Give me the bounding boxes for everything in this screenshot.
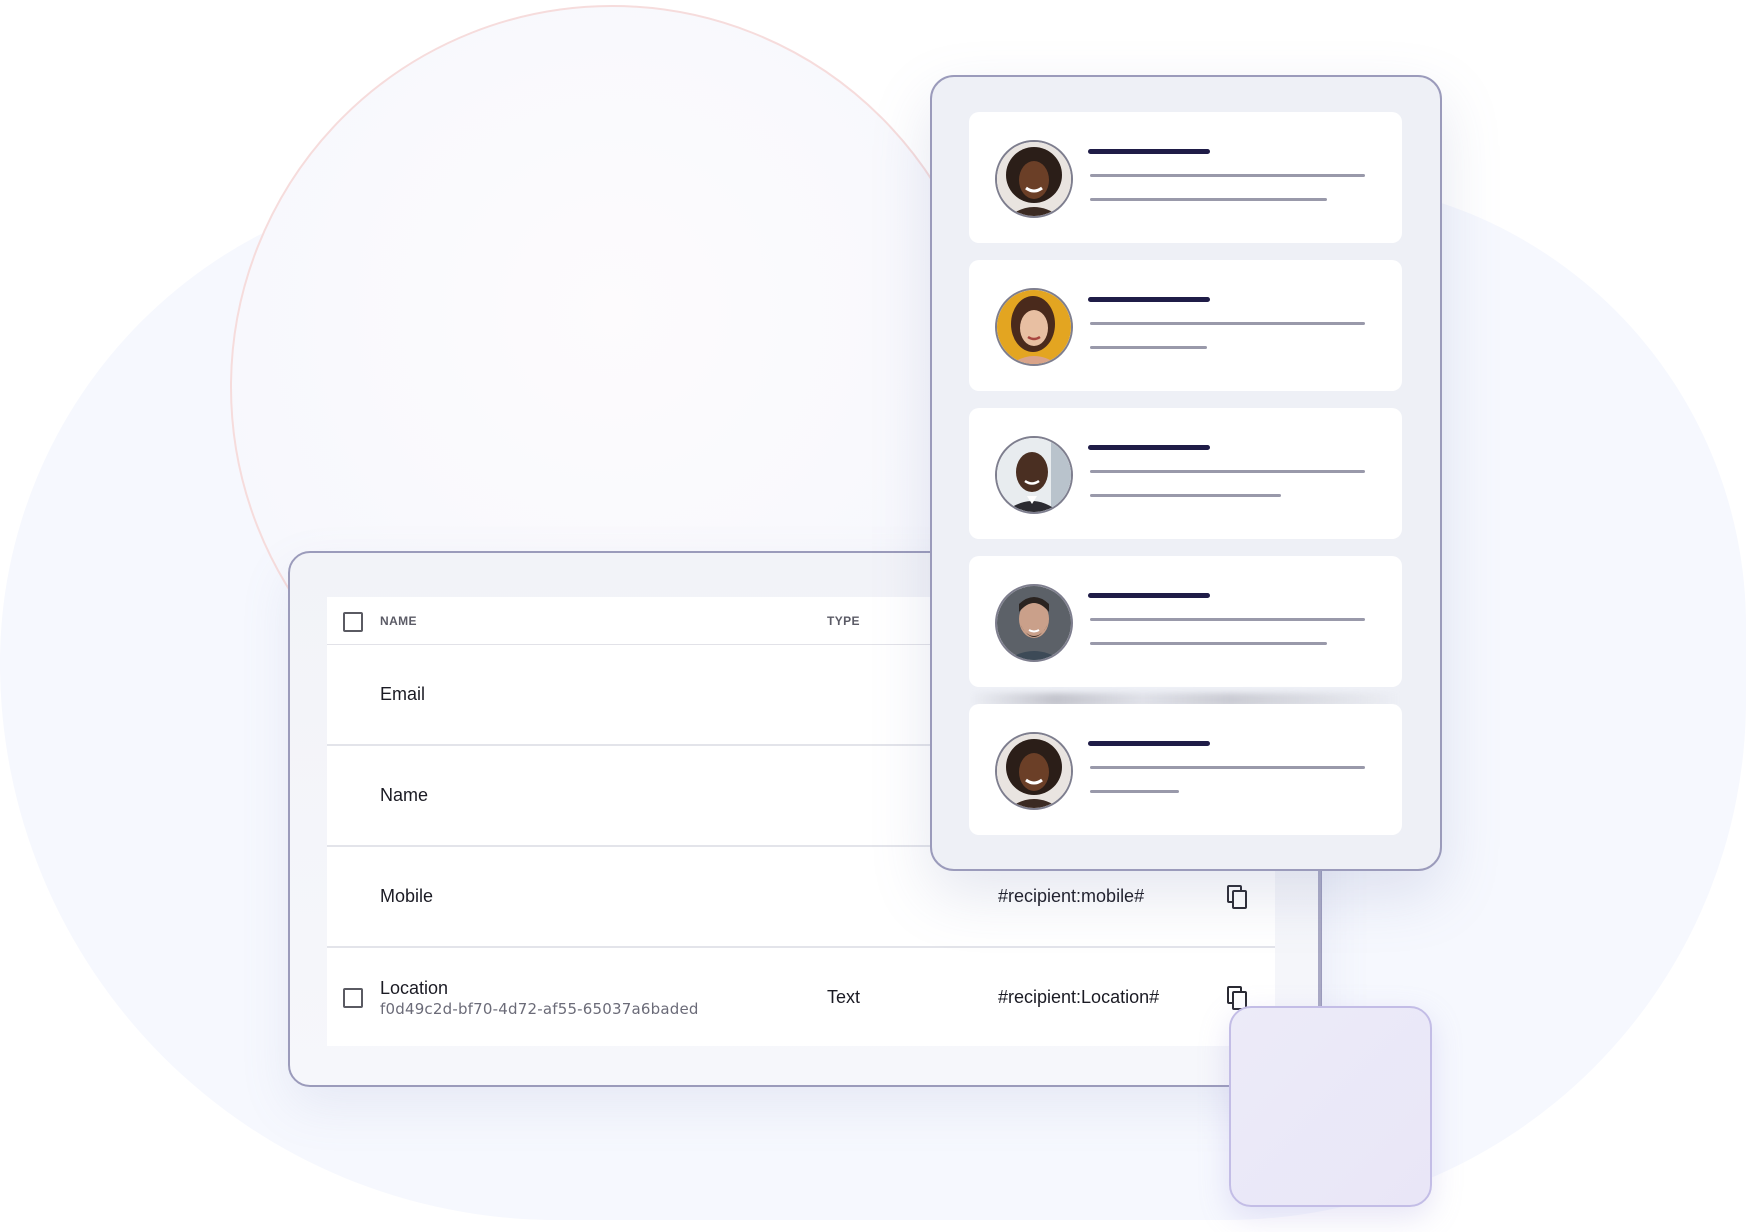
contact-detail-placeholder xyxy=(1090,790,1179,793)
contact-detail-placeholder xyxy=(1090,174,1365,177)
contact-item[interactable] xyxy=(969,704,1402,835)
contact-detail-placeholder xyxy=(1090,642,1327,645)
field-type: Text xyxy=(827,987,861,1007)
contact-detail-placeholder xyxy=(1090,618,1365,621)
contact-item[interactable] xyxy=(969,408,1402,539)
field-merge-tag: #recipient:Location# xyxy=(998,987,1160,1007)
avatar-man-beard-icon xyxy=(995,584,1073,662)
decorative-glass-square xyxy=(1229,1006,1432,1207)
field-merge-tag: #recipient:mobile# xyxy=(998,886,1145,906)
contact-item[interactable] xyxy=(969,112,1402,243)
table-row[interactable]: Location f0d49c2d-bf70-4d72-af55-65037a6… xyxy=(327,948,1275,1046)
contact-name-placeholder xyxy=(1088,149,1210,154)
avatar-woman-curly-hair-icon xyxy=(995,732,1073,810)
row-checkbox[interactable] xyxy=(343,988,363,1008)
contact-detail-placeholder xyxy=(1090,494,1281,497)
connector-line xyxy=(1318,860,1321,1010)
contact-name-placeholder xyxy=(1088,741,1210,746)
column-header-name[interactable]: NAME xyxy=(380,614,417,628)
contact-name-placeholder xyxy=(1088,593,1210,598)
contact-detail-placeholder xyxy=(1090,346,1207,349)
field-name: Email xyxy=(380,684,426,704)
contact-name-placeholder xyxy=(1088,297,1210,302)
copy-icon[interactable] xyxy=(1227,885,1249,909)
contact-name-placeholder xyxy=(1088,445,1210,450)
contact-item[interactable] xyxy=(969,556,1402,687)
contact-detail-placeholder xyxy=(1090,766,1365,769)
contact-detail-placeholder xyxy=(1090,198,1327,201)
column-header-type[interactable]: TYPE xyxy=(827,614,860,628)
avatar-man-suit-icon xyxy=(995,436,1073,514)
avatar-woman-yellow-background-icon xyxy=(995,288,1073,366)
contact-item[interactable] xyxy=(969,260,1402,391)
field-name: Name xyxy=(380,785,429,805)
contact-detail-placeholder xyxy=(1090,322,1365,325)
field-name: Location xyxy=(380,978,449,998)
avatar-woman-curly-hair-icon xyxy=(995,140,1073,218)
select-all-checkbox[interactable] xyxy=(343,612,363,632)
contact-detail-placeholder xyxy=(1090,470,1365,473)
field-id: f0d49c2d-bf70-4d72-af55-65037a6baded xyxy=(380,1000,699,1018)
contacts-card xyxy=(930,75,1442,871)
field-name: Mobile xyxy=(380,886,434,906)
